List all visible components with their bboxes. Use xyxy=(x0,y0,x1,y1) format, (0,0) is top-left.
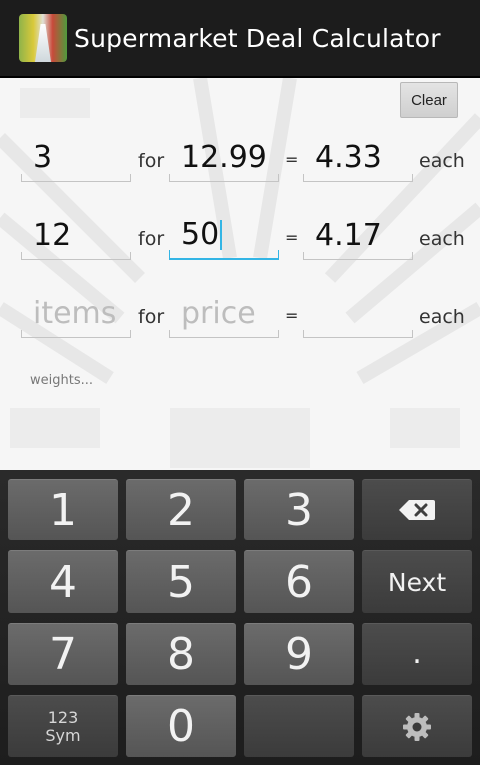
blank-key xyxy=(244,695,354,757)
items-field-1[interactable]: 3 xyxy=(21,142,131,182)
for-label-2: for xyxy=(138,228,165,250)
clear-button[interactable]: Clear xyxy=(400,82,458,118)
price-field-3[interactable]: price xyxy=(169,298,279,338)
supermarket-background-image xyxy=(0,78,480,468)
next-key[interactable]: Next xyxy=(362,550,472,613)
items-placeholder: items xyxy=(33,296,117,331)
key-4[interactable]: 4 xyxy=(8,550,118,613)
price-value-1: 12.99 xyxy=(181,140,267,175)
symbols-key-bottom-label: Sym xyxy=(45,725,81,745)
key-8[interactable]: 8 xyxy=(126,623,236,685)
each-label-1: each xyxy=(419,150,465,172)
supermarket-aisle-icon xyxy=(19,14,67,62)
equals-sign-1: = xyxy=(285,150,299,169)
decimal-point-key[interactable]: . xyxy=(362,623,472,685)
items-field-3[interactable]: items xyxy=(21,298,131,338)
each-label-2: each xyxy=(419,228,465,250)
result-value-1: 4.33 xyxy=(315,140,382,175)
backspace-key[interactable] xyxy=(362,479,472,540)
each-label-3: each xyxy=(419,306,465,328)
app-title: Supermarket Deal Calculator xyxy=(74,23,441,53)
for-label-1: for xyxy=(138,150,165,172)
backspace-icon xyxy=(399,500,435,520)
settings-key[interactable] xyxy=(362,695,472,757)
equals-sign-2: = xyxy=(285,228,299,247)
key-0[interactable]: 0 xyxy=(126,695,236,757)
items-field-2[interactable]: 12 xyxy=(21,220,131,260)
key-9[interactable]: 9 xyxy=(244,623,354,685)
result-field-1: 4.33 xyxy=(303,142,413,182)
price-field-1[interactable]: 12.99 xyxy=(169,142,279,182)
price-placeholder: price xyxy=(181,296,256,331)
text-cursor xyxy=(220,220,223,250)
key-5[interactable]: 5 xyxy=(126,550,236,613)
key-2[interactable]: 2 xyxy=(126,479,236,540)
equals-sign-3: = xyxy=(285,306,299,325)
price-value-2: 50 xyxy=(181,217,220,252)
gear-icon xyxy=(403,712,431,741)
action-bar: Supermarket Deal Calculator xyxy=(0,0,480,78)
symbols-key-top-label: 123 xyxy=(47,707,79,727)
weights-link[interactable]: weights... xyxy=(30,373,93,388)
key-7[interactable]: 7 xyxy=(8,623,118,685)
for-label-3: for xyxy=(138,306,165,328)
numeric-keyboard: 1 2 3 4 5 6 Next 7 8 9 . 123 Sym 0 xyxy=(0,470,480,765)
key-6[interactable]: 6 xyxy=(244,550,354,613)
key-3[interactable]: 3 xyxy=(244,479,354,540)
result-value-2: 4.17 xyxy=(315,218,382,253)
items-value-1: 3 xyxy=(33,140,53,175)
price-field-2[interactable]: 50 xyxy=(169,220,279,260)
calculator-panel: Clear 3 for 12.99 = 4.33 each 12 for 50 … xyxy=(0,78,480,470)
items-value-2: 12 xyxy=(33,218,72,253)
result-field-2: 4.17 xyxy=(303,220,413,260)
symbols-key[interactable]: 123 Sym xyxy=(8,695,118,757)
result-field-3 xyxy=(303,298,413,338)
key-1[interactable]: 1 xyxy=(8,479,118,540)
